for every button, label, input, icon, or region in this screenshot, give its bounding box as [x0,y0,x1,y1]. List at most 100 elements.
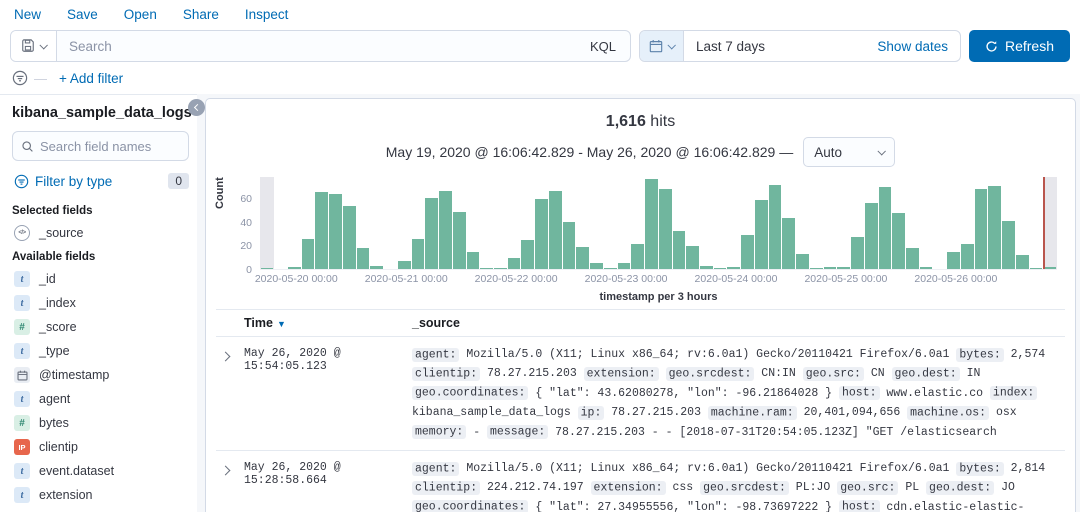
histogram-chart: Count 0204060 2020-05-20 00:002020-05-21… [216,175,1061,303]
filter-icon[interactable] [12,70,28,86]
field-item-agent[interactable]: tagent [12,387,189,411]
time-column-header[interactable]: Time▼ [216,316,412,330]
expand-row-button[interactable] [216,345,244,442]
histogram-bucket[interactable] [947,177,961,269]
histogram-bucket[interactable] [466,177,480,269]
saved-query-menu-button[interactable] [11,31,57,61]
field-item-geocoordinates[interactable]: geo.coordinates [12,507,189,512]
histogram-bucket[interactable] [439,177,453,269]
field-item-eventdataset[interactable]: tevent.dataset [12,459,189,483]
histogram-bucket[interactable] [452,177,466,269]
histogram-bucket[interactable] [782,177,796,269]
histogram-bucket[interactable] [864,177,878,269]
sort-descending-icon[interactable]: ▼ [277,319,286,329]
expand-row-button[interactable] [216,459,244,512]
topnav-link-open[interactable]: Open [124,7,157,22]
histogram-bucket[interactable] [603,177,617,269]
interval-select[interactable]: Auto [803,137,895,167]
query-language-button[interactable]: KQL [576,31,630,61]
search-input[interactable] [57,39,576,54]
histogram-bucket[interactable] [342,177,356,269]
histogram-bucket[interactable] [493,177,507,269]
histogram-bucket[interactable] [631,177,645,269]
histogram-bucket[interactable] [933,177,947,269]
histogram-bucket[interactable] [960,177,974,269]
histogram-bucket[interactable] [823,177,837,269]
topnav-link-share[interactable]: Share [183,7,219,22]
field-item-extension[interactable]: textension [12,483,189,507]
histogram-bucket[interactable] [1029,177,1043,269]
histogram-bucket[interactable] [329,177,343,269]
show-dates-button[interactable]: Show dates [865,39,960,54]
histogram-bucket[interactable] [878,177,892,269]
refresh-button[interactable]: Refresh [969,30,1070,62]
histogram-bucket[interactable] [700,177,714,269]
histogram-bucket[interactable] [274,177,288,269]
histogram-bucket[interactable] [590,177,604,269]
topnav-link-new[interactable]: New [14,7,41,22]
histogram-bucket[interactable] [260,177,274,269]
histogram-bucket[interactable] [507,177,521,269]
field-item-type[interactable]: t_type [12,339,189,363]
histogram-bucket[interactable] [851,177,865,269]
field-key: clientip: [412,481,480,495]
field-item-index[interactable]: t_index [12,291,189,315]
histogram-bucket[interactable] [741,177,755,269]
histogram-bucket[interactable] [425,177,439,269]
histogram-bucket[interactable] [686,177,700,269]
histogram-bucket[interactable] [988,177,1002,269]
histogram-bucket[interactable] [356,177,370,269]
topnav-link-inspect[interactable]: Inspect [245,7,289,22]
histogram-bucket[interactable] [397,177,411,269]
histogram-bucket[interactable] [768,177,782,269]
main-wrapper: 1,616 hits May 19, 2020 @ 16:06:42.829 -… [197,94,1080,512]
histogram-bucket[interactable] [796,177,810,269]
histogram-bucket[interactable] [562,177,576,269]
source-field-icon: </> [14,225,30,241]
collapse-sidebar-button[interactable] [188,99,205,116]
histogram-bucket[interactable] [919,177,933,269]
histogram-bucket[interactable] [672,177,686,269]
histogram-bucket[interactable] [287,177,301,269]
add-filter-button[interactable]: + Add filter [59,71,123,86]
field-key: host: [839,386,880,400]
histogram-bucket[interactable] [837,177,851,269]
field-item-clientip[interactable]: IPclientip [12,435,189,459]
histogram-bucket[interactable] [906,177,920,269]
x-tick-label: 2020-05-26 00:00 [914,273,997,285]
histogram-bucket[interactable] [480,177,494,269]
histogram-bucket[interactable] [617,177,631,269]
histogram-bucket[interactable] [1015,177,1029,269]
histogram-bucket[interactable] [521,177,535,269]
histogram-bucket[interactable] [411,177,425,269]
index-pattern-switcher[interactable]: kibana_sample_data_logs [12,103,189,131]
histogram-bucket[interactable] [548,177,562,269]
histogram-bucket[interactable] [809,177,823,269]
time-range-value[interactable]: Last 7 days [684,39,865,54]
filter-by-type-button[interactable]: Filter by type [35,174,162,189]
histogram-bucket[interactable] [535,177,549,269]
histogram-bucket[interactable] [315,177,329,269]
field-item-timestamp[interactable]: @timestamp [12,363,189,387]
field-item-source[interactable]: </>_source [12,221,189,245]
discover-main-panel: 1,616 hits May 19, 2020 @ 16:06:42.829 -… [205,98,1076,512]
histogram-bucket[interactable] [370,177,384,269]
field-item-score[interactable]: #_score [12,315,189,339]
field-item-id[interactable]: t_id [12,267,189,291]
topnav-link-save[interactable]: Save [67,7,98,22]
histogram-bucket[interactable] [892,177,906,269]
histogram-bucket[interactable] [713,177,727,269]
histogram-plot[interactable] [260,177,1057,270]
histogram-bucket[interactable] [974,177,988,269]
histogram-bucket[interactable] [658,177,672,269]
histogram-bucket[interactable] [1002,177,1016,269]
field-item-bytes[interactable]: #bytes [12,411,189,435]
histogram-bucket[interactable] [576,177,590,269]
field-search-input[interactable] [40,139,180,154]
date-quick-select-button[interactable] [640,31,684,61]
histogram-bucket[interactable] [727,177,741,269]
histogram-bucket[interactable] [645,177,659,269]
histogram-bucket[interactable] [301,177,315,269]
histogram-bucket[interactable] [384,177,398,269]
histogram-bucket[interactable] [754,177,768,269]
